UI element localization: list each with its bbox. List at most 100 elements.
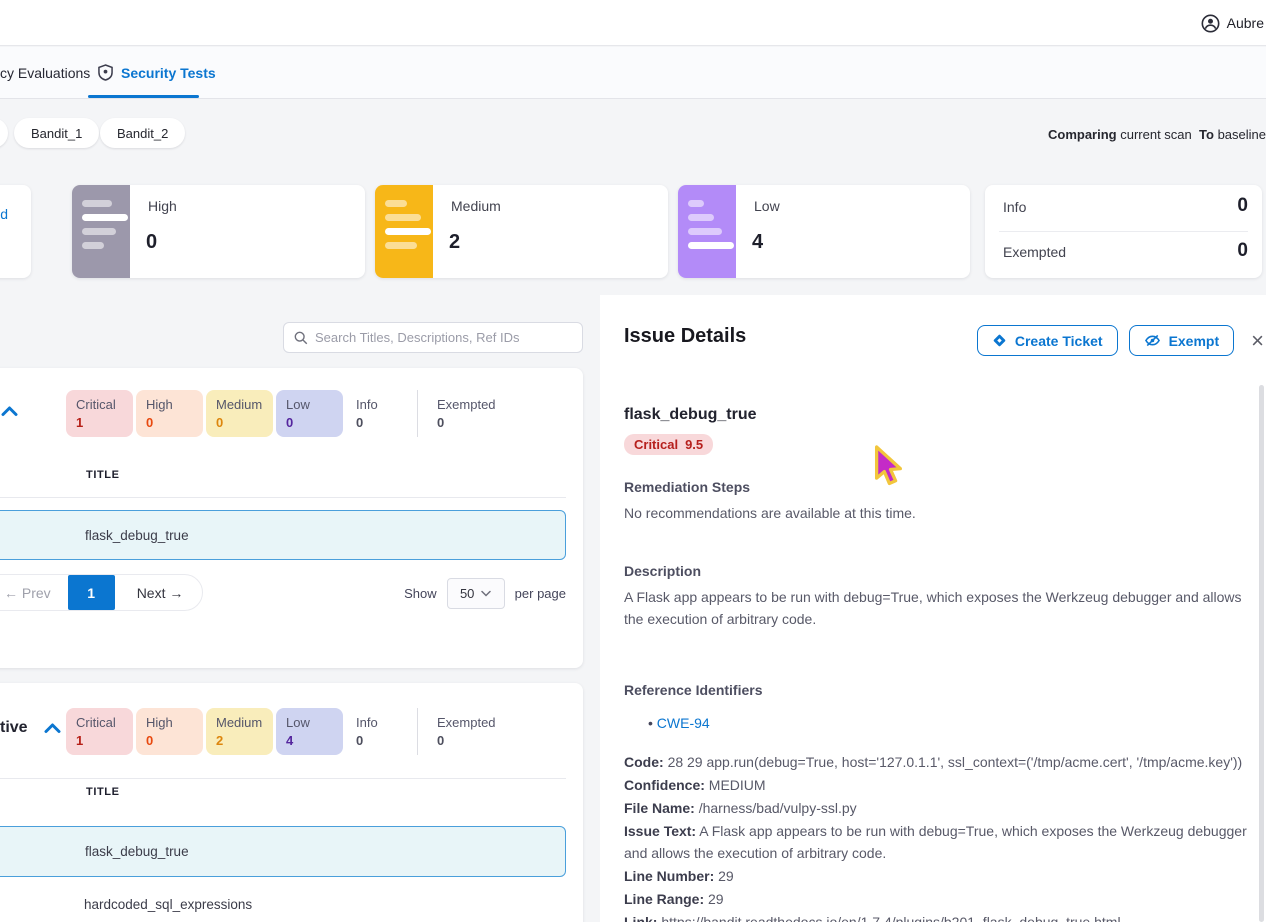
create-ticket-label: Create Ticket [1015, 333, 1103, 349]
field-value: https://bandit.readthedocs.io/en/1.7.4/p… [661, 914, 1120, 922]
create-ticket-button[interactable]: Create Ticket [977, 325, 1118, 356]
severity-pill-row: Critical1 High0 Medium2 Low4 Info0 Exemp… [66, 708, 505, 755]
severity-level-icon [678, 185, 736, 278]
show-label: Show [404, 586, 437, 601]
to-label: To [1199, 127, 1214, 142]
summary-card-high[interactable]: High 0 [72, 185, 365, 278]
sev-pill-exempted[interactable]: Exempted0 [427, 390, 505, 437]
pill-value: 0 [146, 415, 203, 430]
tab-policy-evaluations[interactable]: cy Evaluations [0, 47, 90, 98]
sev-pill-high[interactable]: High 0 [136, 708, 203, 755]
scan-chip-bandit1[interactable]: Bandit_1 [14, 118, 99, 148]
user-menu[interactable]: Aubre [1201, 0, 1264, 46]
sev-pill-exempted[interactable]: Exempted0 [427, 708, 505, 755]
field-issue-text: Issue Text: A Flask app appears to be ru… [624, 820, 1264, 864]
cwe-link[interactable]: CWE-94 [657, 715, 710, 731]
page-size-value: 50 [460, 586, 474, 601]
remediation-body: No recommendations are available at this… [624, 502, 1264, 524]
field-link: Link: https://bandit.readthedocs.io/en/1… [624, 911, 1264, 922]
comparing-label: Comparing [1048, 127, 1117, 142]
tab-security-label: Security Tests [121, 65, 216, 81]
issue-details-heading: Issue Details [624, 325, 746, 348]
chevron-up-icon[interactable] [44, 722, 61, 734]
scrollbar[interactable] [1259, 385, 1264, 922]
title-column-header: TITLE [86, 469, 120, 481]
sev-pill-low[interactable]: Low4 [276, 708, 343, 755]
summary-card-partial[interactable]: d [0, 185, 31, 278]
sev-pill-info[interactable]: Info 0 [346, 390, 408, 437]
field-label: Issue Text: [624, 823, 696, 839]
page-1-button[interactable]: 1 [68, 575, 115, 610]
pill-label: Info [356, 715, 408, 730]
pill-label: Medium [216, 715, 273, 730]
person-icon [1201, 14, 1220, 33]
info-value: 0 [1237, 195, 1248, 217]
baseline-label: baseline [1218, 127, 1266, 142]
search-input[interactable] [315, 330, 572, 345]
pill-label: Low [286, 397, 343, 412]
severity-card-label: Low [754, 198, 780, 214]
issue-title: flask_debug_true [624, 406, 1264, 424]
pill-value: 0 [216, 415, 273, 430]
sev-pill-critical[interactable]: Critical 1 [66, 708, 133, 755]
severity-card-value: 4 [752, 231, 763, 254]
summary-card-low[interactable]: Low 4 [678, 185, 970, 278]
divider [417, 390, 418, 437]
user-name: Aubre [1227, 15, 1264, 31]
pill-value: 0 [437, 415, 505, 430]
sev-pill-low[interactable]: Low0 [276, 390, 343, 437]
sev-pill-medium[interactable]: Medium0 [206, 390, 273, 437]
pill-value: 1 [76, 733, 133, 748]
severity-card-value: 2 [449, 231, 460, 254]
sev-pill-critical[interactable]: Critical1 [66, 390, 133, 437]
partial-link-fragment[interactable]: d [0, 206, 8, 222]
prev-page-button[interactable]: ← Prev [4, 585, 51, 601]
vulnerability-title: flask_debug_true [85, 528, 189, 543]
exempted-label: Exempted [1003, 244, 1066, 260]
sev-pill-info[interactable]: Info0 [346, 708, 408, 755]
info-label: Info [1003, 199, 1026, 215]
issue-fields: Code: 28 29 app.run(debug=True, host='12… [624, 751, 1264, 922]
next-page-button[interactable]: Next → [137, 585, 184, 601]
severity-card-label: Medium [451, 198, 501, 214]
field-label: Code: [624, 754, 664, 770]
sev-pill-medium[interactable]: Medium 2 [206, 708, 273, 755]
pill-label: Critical [76, 715, 133, 730]
close-icon[interactable]: × [1251, 327, 1264, 355]
field-confidence: Confidence: MEDIUM [624, 774, 1264, 796]
scan-chip-bandit2[interactable]: Bandit_2 [100, 118, 185, 148]
summary-card-info-exempted[interactable]: Info 0 Exempted 0 [985, 185, 1262, 278]
per-page-label: per page [515, 586, 566, 601]
field-label: Link: [624, 914, 657, 922]
issue-group-panel-2: tive Critical1 High0 Medium2 Low4 Info0 … [0, 683, 583, 922]
sev-pill-high[interactable]: High0 [136, 390, 203, 437]
pill-label: Info [356, 397, 408, 412]
pill-value: 0 [146, 733, 203, 748]
scan-chip-partial[interactable] [0, 118, 8, 148]
vulnerability-row-selected[interactable]: flask_debug_true [0, 826, 566, 877]
field-file-name: File Name: /harness/bad/vulpy-ssl.py [624, 797, 1264, 819]
vulnerability-row-selected[interactable]: flask_debug_true [0, 510, 566, 560]
page-size-controls: Show 50 per page [404, 578, 566, 609]
ticket-diamond-icon [992, 333, 1007, 348]
pill-label: High [146, 715, 203, 730]
pill-value: 0 [356, 415, 408, 430]
search-icon [294, 331, 308, 345]
page-size-select[interactable]: 50 [447, 578, 505, 609]
field-value: 29 [718, 868, 734, 884]
summary-card-medium[interactable]: Medium 2 [375, 185, 668, 278]
vulnerability-row[interactable]: hardcoded_sql_expressions [0, 879, 566, 922]
eye-off-icon [1144, 333, 1161, 348]
exempted-value: 0 [1237, 240, 1248, 262]
chevron-up-icon[interactable] [1, 405, 18, 417]
tab-bar: cy Evaluations Security Tests [0, 47, 1266, 99]
pill-value: 0 [437, 733, 505, 748]
search-box [283, 322, 583, 353]
remediation-heading: Remediation Steps [624, 479, 1264, 495]
pill-value: 2 [216, 733, 273, 748]
severity-pill-row: Critical1 High0 Medium0 Low0 Info0 Exemp… [66, 390, 505, 437]
reference-identifiers-heading: Reference Identifiers [624, 682, 1264, 698]
exempt-button[interactable]: Exempt [1129, 325, 1235, 356]
pill-value: 4 [286, 733, 343, 748]
tab-security-tests[interactable]: Security Tests [98, 47, 216, 98]
